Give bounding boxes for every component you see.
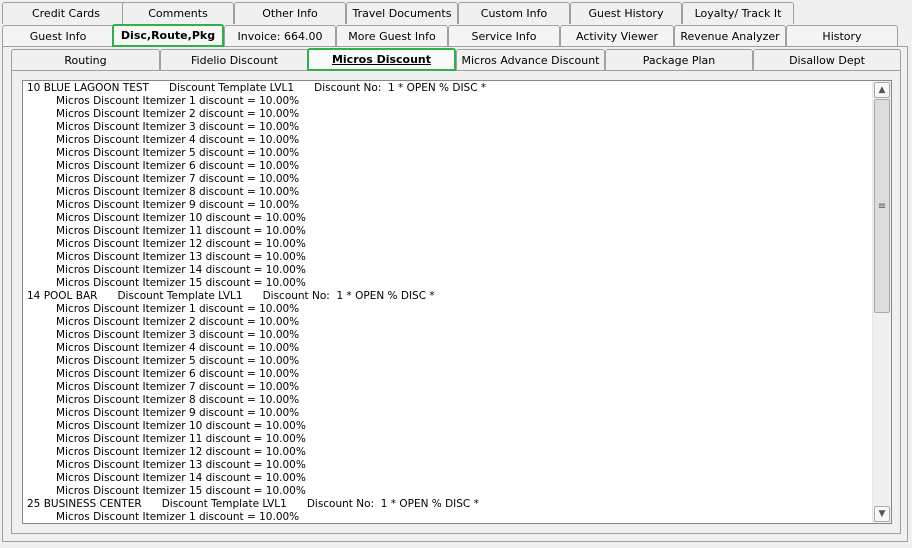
discount-lines: 10 BLUE LAGOON TEST Discount Template LV… [27, 82, 869, 523]
tab-travel-documents[interactable]: Travel Documents [346, 2, 458, 24]
tab-micros-advance-discount[interactable]: Micros Advance Discount [456, 49, 605, 71]
discount-itemizer-line: Micros Discount Itemizer 6 discount = 10… [56, 160, 300, 172]
tab-label: Revenue Analyzer [680, 30, 780, 43]
discount-outlet-header: 25 BUSINESS CENTER Discount Template LVL… [27, 498, 479, 510]
tab-label: Routing [64, 54, 107, 67]
tab-label: Loyalty/ Track It [694, 7, 782, 20]
discount-itemizer-line: Micros Discount Itemizer 2 discount = 10… [56, 108, 300, 120]
discount-itemizer-line: Micros Discount Itemizer 14 discount = 1… [56, 264, 306, 276]
discount-outlet-header: 14 POOL BAR Discount Template LVL1 Disco… [27, 290, 435, 302]
discount-itemizer-line: Micros Discount Itemizer 1 discount = 10… [56, 303, 300, 315]
discount-itemizer-line: Micros Discount Itemizer 6 discount = 10… [56, 368, 300, 380]
tab-label: Credit Cards [31, 7, 101, 20]
discount-itemizer-line: Micros Discount Itemizer 11 discount = 1… [56, 225, 306, 237]
tab-disc-route-pkg[interactable]: Disc,Route,Pkg [112, 24, 224, 47]
discount-itemizer-line: Micros Discount Itemizer 5 discount = 10… [56, 355, 300, 367]
discount-itemizer-line: Micros Discount Itemizer 7 discount = 10… [56, 173, 300, 185]
tab-label: Comments [148, 7, 208, 20]
tab-revenue-analyzer[interactable]: Revenue Analyzer [674, 25, 786, 47]
tab-label: Fidelio Discount [191, 54, 278, 67]
tab-loyalty-track-it[interactable]: Loyalty/ Track It [682, 2, 794, 24]
tab-service-info[interactable]: Service Info [448, 25, 560, 47]
tab-label: History [822, 30, 862, 43]
tab-credit-cards[interactable]: Credit Cards [2, 2, 130, 24]
discount-itemizer-line: Micros Discount Itemizer 14 discount = 1… [56, 472, 306, 484]
discount-itemizer-line: Micros Discount Itemizer 8 discount = 10… [56, 186, 300, 198]
discount-itemizer-line: Micros Discount Itemizer 4 discount = 10… [56, 342, 300, 354]
discount-itemizer-line: Micros Discount Itemizer 13 discount = 1… [56, 251, 306, 263]
discount-itemizer-line: Micros Discount Itemizer 11 discount = 1… [56, 433, 306, 445]
scroll-thumb[interactable]: ≡ [874, 99, 890, 313]
vertical-scrollbar[interactable]: ▲ ≡ ▼ [872, 81, 891, 523]
discount-itemizer-line: Micros Discount Itemizer 4 discount = 10… [56, 134, 300, 146]
scroll-down-icon[interactable]: ▼ [874, 506, 890, 522]
discount-itemizer-line: Micros Discount Itemizer 15 discount = 1… [56, 485, 306, 497]
discount-itemizer-line: Micros Discount Itemizer 9 discount = 10… [56, 199, 300, 211]
discount-itemizer-line: Micros Discount Itemizer 3 discount = 10… [56, 329, 300, 341]
tab-more-guest-info[interactable]: More Guest Info [336, 25, 448, 47]
tab-history[interactable]: History [786, 25, 898, 47]
micros-discount-textbox[interactable]: 10 BLUE LAGOON TEST Discount Template LV… [22, 80, 892, 524]
tab-label: Disallow Dept [789, 54, 865, 67]
tab-label: Micros Discount [331, 53, 432, 66]
discount-itemizer-line: Micros Discount Itemizer 2 discount = 10… [56, 316, 300, 328]
scroll-up-glyph: ▲ [878, 85, 886, 95]
tab-label: More Guest Info [348, 30, 436, 43]
tab-package-plan[interactable]: Package Plan [605, 49, 753, 71]
discount-itemizer-line: Micros Discount Itemizer 3 discount = 10… [56, 121, 300, 133]
tab-label: Service Info [471, 30, 537, 43]
discount-outlet-header: 10 BLUE LAGOON TEST Discount Template LV… [27, 82, 487, 94]
tab-routing[interactable]: Routing [11, 49, 160, 71]
scroll-down-glyph: ▼ [878, 509, 886, 519]
discount-itemizer-line: Micros Discount Itemizer 7 discount = 10… [56, 381, 300, 393]
tab-disallow-dept[interactable]: Disallow Dept [753, 49, 901, 71]
discount-itemizer-line: Micros Discount Itemizer 12 discount = 1… [56, 446, 306, 458]
tab-label: Activity Viewer [575, 30, 659, 43]
discount-itemizer-line: Micros Discount Itemizer 13 discount = 1… [56, 459, 306, 471]
scroll-up-icon[interactable]: ▲ [874, 82, 890, 98]
tab-label: Disc,Route,Pkg [120, 29, 216, 42]
discount-itemizer-line: Micros Discount Itemizer 15 discount = 1… [56, 277, 306, 289]
discount-itemizer-line: Micros Discount Itemizer 10 discount = 1… [56, 420, 306, 432]
tab-micros-discount[interactable]: Micros Discount [307, 48, 456, 71]
tab-custom-info[interactable]: Custom Info [458, 2, 570, 24]
discount-itemizer-line: Micros Discount Itemizer 1 discount = 10… [56, 511, 300, 523]
tab-other-info[interactable]: Other Info [234, 2, 346, 24]
discount-itemizer-line: Micros Discount Itemizer 8 discount = 10… [56, 394, 300, 406]
scroll-grip-icon: ≡ [877, 200, 887, 212]
discount-itemizer-line: Micros Discount Itemizer 12 discount = 1… [56, 238, 306, 250]
tab-comments[interactable]: Comments [122, 2, 234, 24]
tab-label: Micros Advance Discount [461, 54, 600, 67]
tab-label: Invoice: 664.00 [237, 30, 323, 43]
tab-guest-history[interactable]: Guest History [570, 2, 682, 24]
tab-label: Package Plan [642, 54, 716, 67]
tab-fidelio-discount[interactable]: Fidelio Discount [160, 49, 309, 71]
discount-itemizer-line: Micros Discount Itemizer 1 discount = 10… [56, 95, 300, 107]
tab-activity-viewer[interactable]: Activity Viewer [560, 25, 674, 47]
tab-label: Other Info [262, 7, 318, 20]
tab-label: Guest History [588, 7, 664, 20]
tab-label: Custom Info [480, 7, 548, 20]
tab-label: Travel Documents [352, 7, 452, 20]
discount-itemizer-line: Micros Discount Itemizer 5 discount = 10… [56, 147, 300, 159]
discount-itemizer-line: Micros Discount Itemizer 10 discount = 1… [56, 212, 306, 224]
discount-itemizer-line: Micros Discount Itemizer 9 discount = 10… [56, 407, 300, 419]
tab-guest-info[interactable]: Guest Info [2, 25, 114, 47]
tab-label: Guest Info [29, 30, 87, 43]
tab-invoice[interactable]: Invoice: 664.00 [224, 25, 336, 47]
